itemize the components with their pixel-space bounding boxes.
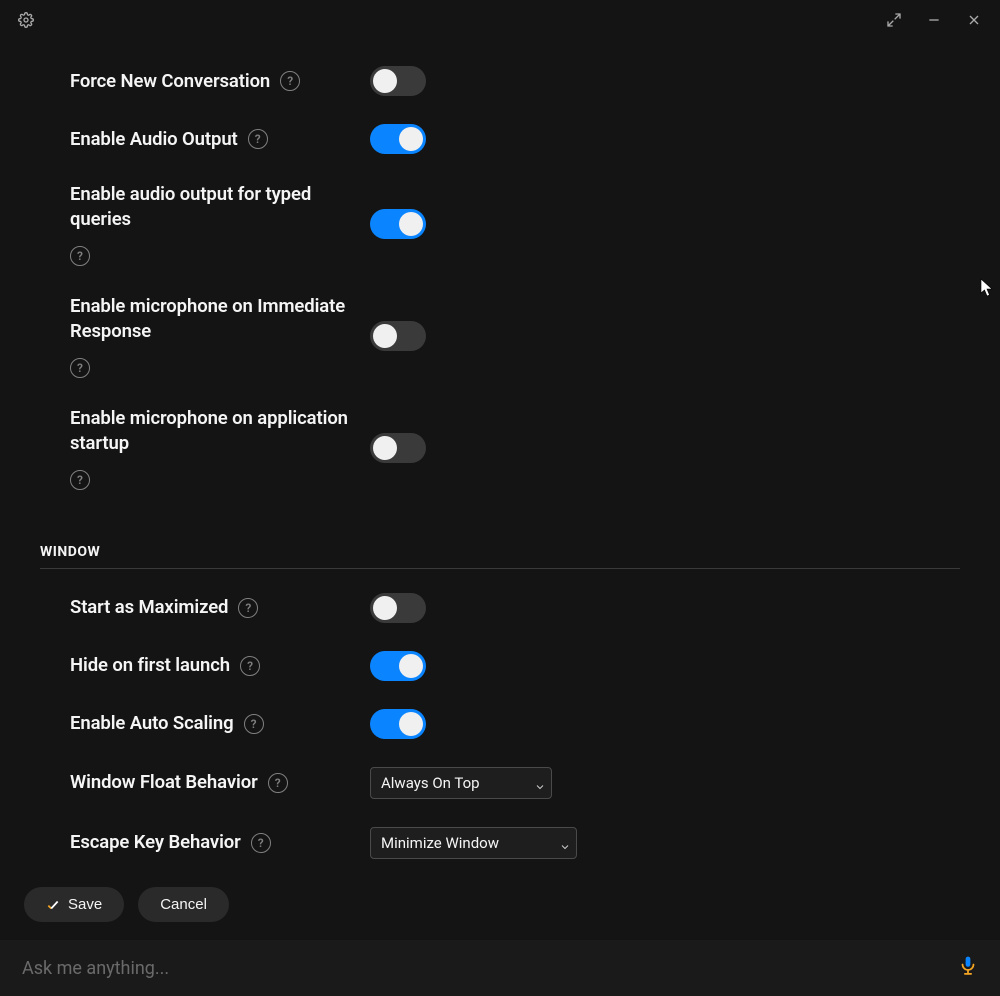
help-icon[interactable] xyxy=(248,129,268,149)
toggle-enable-auto-scaling[interactable] xyxy=(370,709,426,739)
ask-input-placeholder: Ask me anything... xyxy=(22,958,169,979)
content-area: Force New Conversation Enable Audio Outpu… xyxy=(0,42,1000,996)
help-icon[interactable] xyxy=(70,358,90,378)
select-value: Minimize Window xyxy=(370,827,577,859)
select-value: Always On Top xyxy=(370,767,552,799)
settings-scroll[interactable]: Force New Conversation Enable Audio Outpu… xyxy=(0,42,1000,869)
setting-label: Enable microphone on application startup xyxy=(70,406,370,456)
setting-label-wrap: Window Float Behavior xyxy=(70,770,370,795)
help-icon[interactable] xyxy=(268,773,288,793)
help-icon[interactable] xyxy=(70,246,90,266)
setting-row-start-maximized: Start as Maximized xyxy=(70,579,960,637)
toggle-start-maximized[interactable] xyxy=(370,593,426,623)
setting-row-hide-on-first-launch: Hide on first launch xyxy=(70,637,960,695)
save-button[interactable]: Save xyxy=(24,887,124,922)
setting-row-enable-mic-startup: Enable microphone on application startup xyxy=(70,392,960,504)
setting-label-wrap: Start as Maximized xyxy=(70,595,370,620)
setting-label-wrap: Enable Auto Scaling xyxy=(70,711,370,736)
mic-icon[interactable] xyxy=(958,955,978,982)
select-escape-key-behavior[interactable]: Minimize Window xyxy=(370,827,577,859)
cancel-button[interactable]: Cancel xyxy=(138,887,229,922)
setting-label-wrap: Enable microphone on application startup xyxy=(70,406,370,490)
setting-label: Force New Conversation xyxy=(70,69,270,94)
expand-icon[interactable] xyxy=(882,8,906,32)
titlebar xyxy=(0,0,1000,40)
toggle-enable-audio-output[interactable] xyxy=(370,124,426,154)
setting-label: Enable Audio Output xyxy=(70,127,238,152)
save-button-label: Save xyxy=(68,896,102,913)
setting-row-enable-audio-output-typed: Enable audio output for typed queries xyxy=(70,168,960,280)
setting-label-wrap: Hide on first launch xyxy=(70,653,370,678)
setting-label-wrap: Escape Key Behavior xyxy=(70,830,370,855)
help-icon[interactable] xyxy=(238,598,258,618)
toggle-enable-mic-startup[interactable] xyxy=(370,433,426,463)
gear-icon[interactable] xyxy=(14,8,38,32)
help-icon[interactable] xyxy=(280,71,300,91)
action-bar: Save Cancel xyxy=(0,869,1000,940)
section-divider xyxy=(40,568,960,569)
setting-label: Window Float Behavior xyxy=(70,770,258,795)
setting-label-wrap: Enable audio output for typed queries xyxy=(70,182,370,266)
toggle-enable-audio-output-typed[interactable] xyxy=(370,209,426,239)
minimize-icon[interactable] xyxy=(922,8,946,32)
toggle-enable-mic-immediate[interactable] xyxy=(370,321,426,351)
help-icon[interactable] xyxy=(251,833,271,853)
toggle-hide-on-first-launch[interactable] xyxy=(370,651,426,681)
help-icon[interactable] xyxy=(244,714,264,734)
setting-label-wrap: Enable microphone on Immediate Response xyxy=(70,294,370,378)
setting-row-force-new-conversation: Force New Conversation xyxy=(70,52,960,110)
help-icon[interactable] xyxy=(240,656,260,676)
toggle-force-new-conversation[interactable] xyxy=(370,66,426,96)
setting-row-escape-key-behavior: Escape Key Behavior Minimize Window xyxy=(70,813,960,869)
close-icon[interactable] xyxy=(962,8,986,32)
setting-row-window-float-behavior: Window Float Behavior Always On Top xyxy=(70,753,960,813)
setting-label: Start as Maximized xyxy=(70,595,228,620)
help-icon[interactable] xyxy=(70,470,90,490)
cancel-button-label: Cancel xyxy=(160,896,207,913)
section-header-window: WINDOW xyxy=(40,544,960,560)
setting-label: Enable audio output for typed queries xyxy=(70,182,370,232)
setting-row-enable-audio-output: Enable Audio Output xyxy=(70,110,960,168)
setting-label-wrap: Enable Audio Output xyxy=(70,127,370,152)
select-window-float-behavior[interactable]: Always On Top xyxy=(370,767,552,799)
setting-label: Enable Auto Scaling xyxy=(70,711,234,736)
setting-label-wrap: Force New Conversation xyxy=(70,69,370,94)
setting-label: Enable microphone on Immediate Response xyxy=(70,294,370,344)
setting-label: Escape Key Behavior xyxy=(70,830,241,855)
setting-row-enable-mic-immediate: Enable microphone on Immediate Response xyxy=(70,280,960,392)
ask-bar[interactable]: Ask me anything... xyxy=(0,940,1000,996)
setting-label: Hide on first launch xyxy=(70,653,230,678)
setting-row-enable-auto-scaling: Enable Auto Scaling xyxy=(70,695,960,753)
